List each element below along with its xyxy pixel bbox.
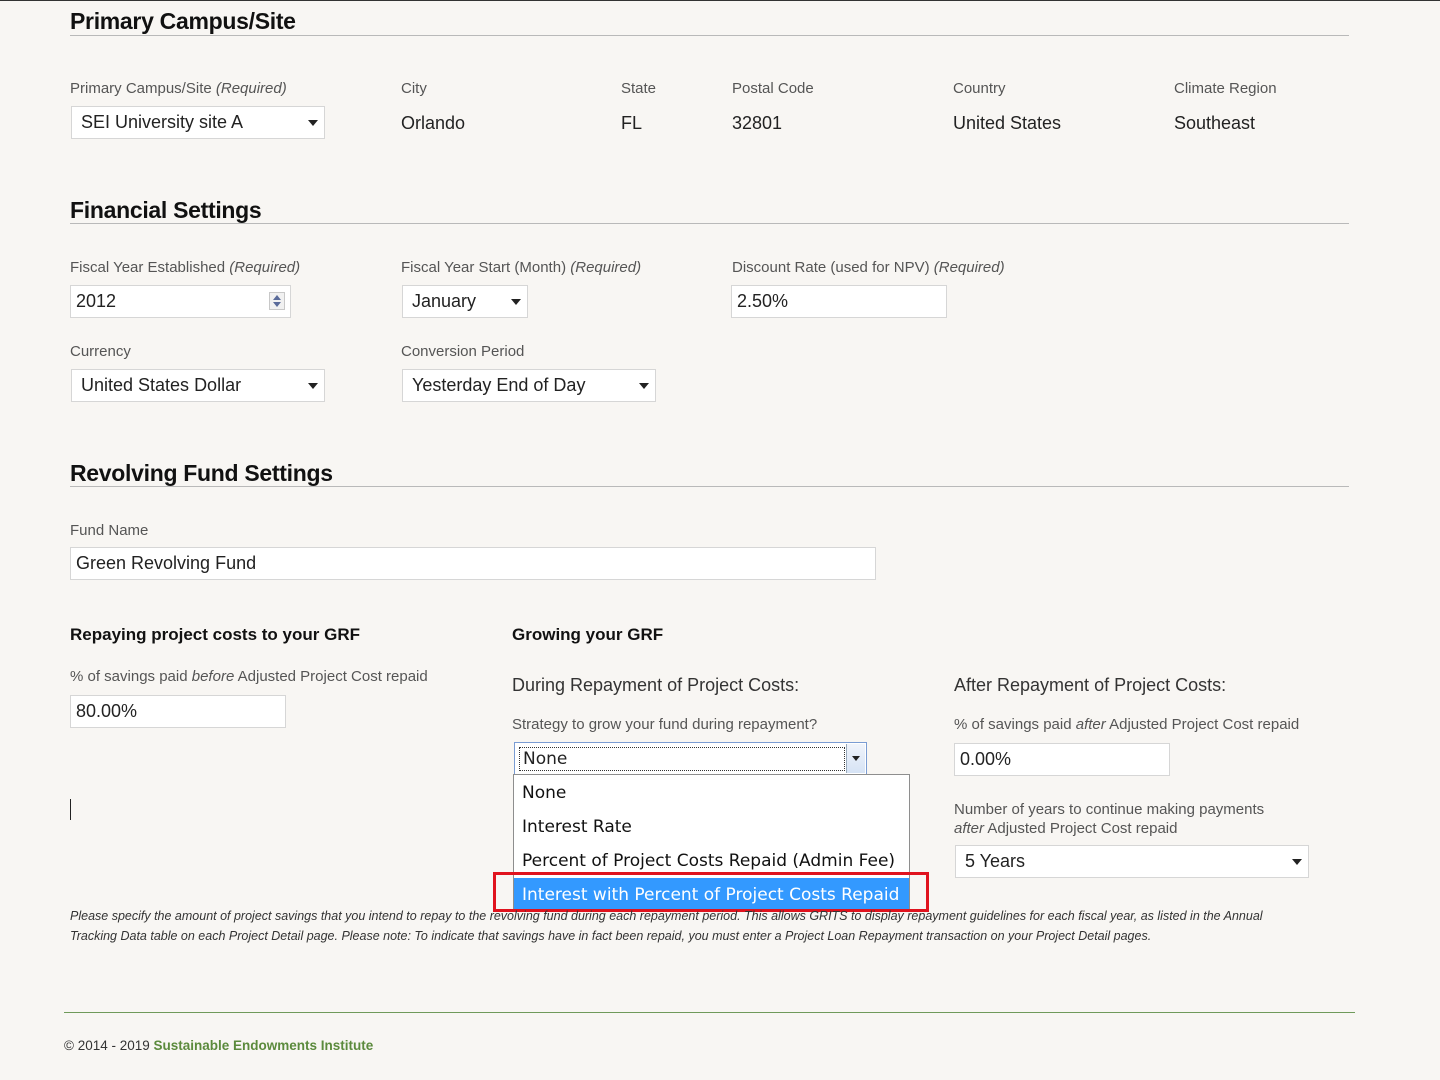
fiscal-year-start-label: Fiscal Year Start (Month) (Required)	[401, 259, 642, 276]
section-divider	[70, 35, 1349, 36]
top-border	[0, 0, 1440, 1]
discount-rate-input[interactable]: 2.50%	[731, 285, 947, 318]
city-value: Orlando	[401, 113, 466, 133]
conversion-period-select[interactable]: Yesterday End of Day	[402, 369, 656, 402]
years-select[interactable]: 5 Years	[955, 845, 1309, 878]
currency-select[interactable]: United States Dollar	[71, 369, 325, 402]
fiscal-year-established-input[interactable]: 2012	[70, 285, 291, 318]
country-label: Country	[953, 80, 1006, 97]
currency-label: Currency	[70, 343, 131, 360]
footer-divider	[64, 1012, 1355, 1013]
climate-region-value: Southeast	[1174, 113, 1256, 133]
footer-copyright: © 2014 - 2019 Sustainable Endowments Ins…	[64, 1038, 374, 1053]
repaying-heading: Repaying project costs to your GRF	[70, 625, 360, 644]
footer-org-link[interactable]: Sustainable Endowments Institute	[154, 1038, 374, 1053]
section-heading-revolving: Revolving Fund Settings	[70, 460, 333, 486]
chevron-down-icon[interactable]	[846, 744, 865, 773]
country-value: United States	[953, 113, 1062, 133]
strategy-option-interest-rate[interactable]: Interest Rate	[514, 810, 909, 844]
fiscal-year-established-label: Fiscal Year Established (Required)	[70, 259, 301, 276]
savings-after-label: % of savings paid after Adjusted Project…	[954, 716, 1300, 733]
years-label: Number of years to continue making payme…	[954, 801, 1265, 837]
postal-code-label: Postal Code	[732, 80, 814, 97]
climate-region-label: Climate Region	[1174, 80, 1277, 97]
chevron-down-icon	[308, 382, 318, 389]
growing-heading: Growing your GRF	[512, 625, 664, 644]
strategy-select[interactable]: None	[514, 742, 867, 775]
state-value: FL	[621, 113, 643, 133]
section-divider	[70, 486, 1349, 487]
fund-name-input[interactable]: Green Revolving Fund	[70, 547, 876, 580]
city-label: City	[401, 80, 427, 97]
fund-name-label: Fund Name	[70, 522, 149, 539]
state-label: State	[621, 80, 657, 97]
chevron-down-icon	[1292, 858, 1302, 865]
savings-before-label: % of savings paid before Adjusted Projec…	[70, 668, 428, 685]
repayment-note: Please specify the amount of project sav…	[70, 909, 1263, 943]
after-repayment-heading: After Repayment of Project Costs:	[954, 675, 1227, 695]
strategy-label: Strategy to grow your fund during repaym…	[512, 716, 818, 733]
chevron-down-icon	[639, 382, 649, 389]
section-heading-financial: Financial Settings	[70, 197, 262, 223]
section-divider	[70, 223, 1349, 224]
strategy-select-value: None	[519, 747, 845, 771]
chevron-down-icon	[308, 119, 318, 126]
chevron-down-icon	[511, 298, 521, 305]
savings-after-input[interactable]: 0.00%	[954, 743, 1170, 776]
section-heading-campus: Primary Campus/Site	[70, 8, 296, 34]
during-repayment-heading: During Repayment of Project Costs:	[512, 675, 800, 695]
site-label: Primary Campus/Site (Required)	[70, 80, 287, 97]
text-cursor	[70, 799, 71, 820]
savings-before-input[interactable]: 80.00%	[70, 695, 286, 728]
postal-code-value: 32801	[732, 113, 783, 133]
strategy-option-none[interactable]: None	[514, 776, 909, 810]
discount-rate-label: Discount Rate (used for NPV) (Required)	[732, 259, 1005, 276]
conversion-period-label: Conversion Period	[401, 343, 525, 360]
fiscal-year-start-select[interactable]: January	[402, 285, 528, 318]
campus-site-select[interactable]: SEI University site A	[71, 106, 325, 139]
spinner-icon[interactable]	[269, 292, 285, 310]
